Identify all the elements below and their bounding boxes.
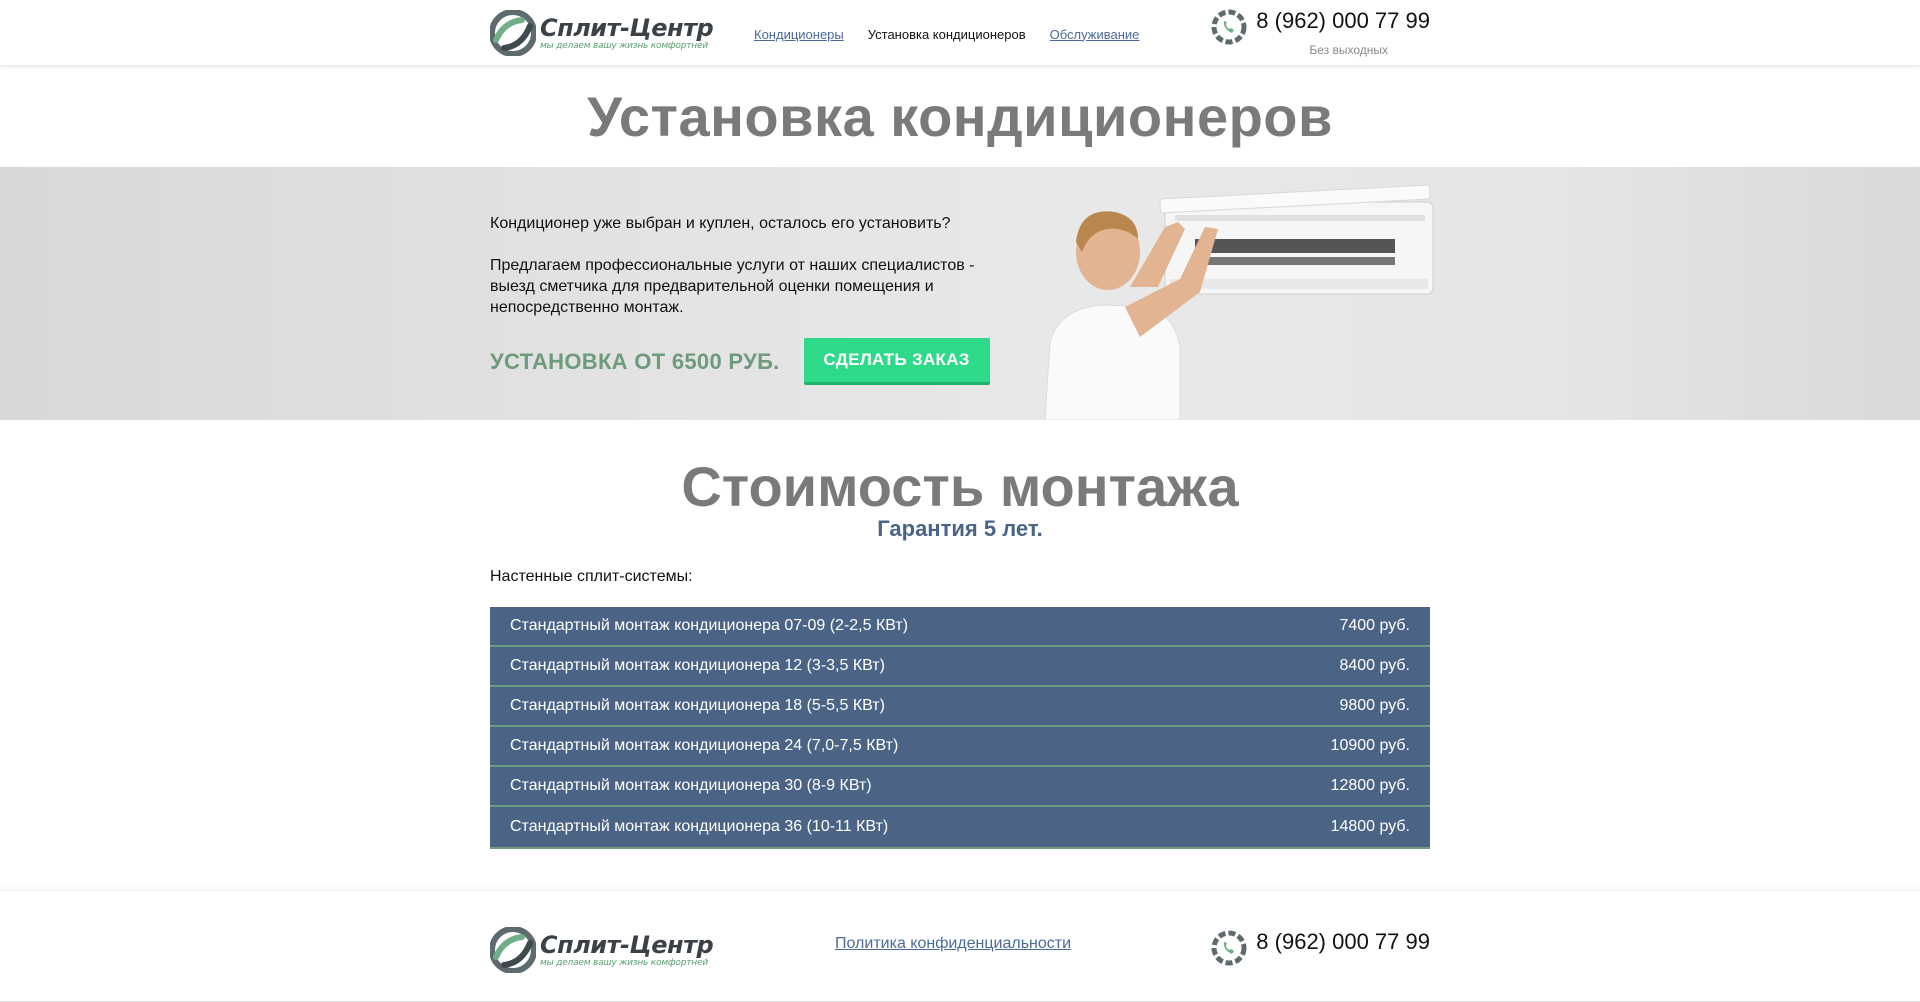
phone-icon bbox=[1211, 9, 1247, 45]
phone-number[interactable]: 8 (962) 000 77 99 bbox=[1256, 929, 1430, 955]
nav-item-service[interactable]: Обслуживание bbox=[1050, 27, 1140, 42]
header-phone[interactable]: 8 (962) 000 77 99 Без выходных bbox=[1210, 0, 1430, 66]
row-name: Стандартный монтаж кондиционера 07-09 (2… bbox=[510, 617, 909, 634]
logo-slogan: мы делаем вашу жизнь комфортней bbox=[540, 40, 708, 51]
order-button[interactable]: СДЕЛАТЬ ЗАКАЗ bbox=[803, 338, 990, 385]
site-header: Сплит-Центр мы делаем вашу жизнь комфорт… bbox=[0, 0, 1920, 66]
row-name: Стандартный монтаж кондиционера 12 (3-3,… bbox=[510, 657, 885, 674]
logo-slogan: мы делаем вашу жизнь комфортней bbox=[540, 957, 708, 968]
row-name: Стандартный монтаж кондиционера 24 (7,0-… bbox=[510, 737, 899, 754]
footer-phone[interactable]: 8 (962) 000 77 99 bbox=[1210, 929, 1430, 967]
table-row: Стандартный монтаж кондиционера 07-09 (2… bbox=[490, 607, 1430, 647]
nav-item-installation[interactable]: Установка кондиционеров bbox=[868, 27, 1026, 42]
cost-title: Стоимость монтажа bbox=[681, 455, 1239, 518]
logo-name: Сплит-Центр bbox=[540, 13, 714, 42]
hero-question: Кондиционер уже выбран и куплен, осталос… bbox=[490, 215, 951, 232]
hero-text: Кондиционер уже выбран и куплен, осталос… bbox=[490, 213, 1010, 318]
nav-item-conditioners[interactable]: Кондиционеры bbox=[754, 27, 844, 42]
row-price: 8400 руб. bbox=[1339, 657, 1410, 674]
row-price: 12800 руб. bbox=[1330, 777, 1410, 794]
price-table: Стандартный монтаж кондиционера 07-09 (2… bbox=[490, 607, 1430, 849]
technician-installing-ac-image bbox=[1044, 184, 1434, 420]
row-price: 9800 руб. bbox=[1339, 697, 1410, 714]
phone-note: Без выходных bbox=[1309, 43, 1388, 57]
table-row: Стандартный монтаж кондиционера 30 (8-9 … bbox=[490, 767, 1430, 807]
table-row: Стандартный монтаж кондиционера 18 (5-5,… bbox=[490, 687, 1430, 727]
main-nav: Кондиционеры Установка кондиционеров Обс… bbox=[754, 0, 1163, 66]
row-name: Стандартный монтаж кондиционера 36 (10-1… bbox=[510, 818, 889, 835]
site-footer: Сплит-Центр мы делаем вашу жизнь комфорт… bbox=[0, 890, 1920, 1002]
row-name: Стандартный монтаж кондиционера 30 (8-9 … bbox=[510, 777, 872, 794]
hero-banner: Кондиционер уже выбран и куплен, осталос… bbox=[0, 167, 1920, 420]
page-title: Установка кондиционеров bbox=[587, 85, 1333, 148]
row-name: Стандартный монтаж кондиционера 18 (5-5,… bbox=[510, 697, 885, 714]
row-price: 14800 руб. bbox=[1330, 818, 1410, 835]
phone-icon bbox=[1211, 930, 1247, 966]
category-label: Настенные сплит-системы: bbox=[490, 568, 693, 585]
table-row: Стандартный монтаж кондиционера 12 (3-3,… bbox=[490, 647, 1430, 687]
row-price: 10900 руб. bbox=[1330, 737, 1410, 754]
table-row: Стандартный монтаж кондиционера 36 (10-1… bbox=[490, 807, 1430, 849]
footer-logo[interactable]: Сплит-Центр мы делаем вашу жизнь комфорт… bbox=[490, 925, 780, 975]
logo-icon bbox=[490, 10, 536, 56]
privacy-policy-link[interactable]: Политика конфиденциальности bbox=[835, 935, 1071, 953]
price-label: УСТАНОВКА ОТ 6500 РУБ. bbox=[490, 348, 780, 374]
phone-number[interactable]: 8 (962) 000 77 99 bbox=[1256, 8, 1430, 34]
logo-name: Сплит-Центр bbox=[540, 930, 714, 959]
hero-description: Предлагаем профессиональные услуги от на… bbox=[490, 257, 975, 316]
hero-price-row: УСТАНОВКА ОТ 6500 РУБ. СДЕЛАТЬ ЗАКАЗ bbox=[490, 338, 990, 385]
logo-icon bbox=[490, 927, 536, 973]
logo[interactable]: Сплит-Центр мы делаем вашу жизнь комфорт… bbox=[490, 8, 780, 58]
warranty-subtitle: Гарантия 5 лет. bbox=[877, 516, 1043, 541]
row-price: 7400 руб. bbox=[1339, 617, 1410, 634]
table-row: Стандартный монтаж кондиционера 24 (7,0-… bbox=[490, 727, 1430, 767]
